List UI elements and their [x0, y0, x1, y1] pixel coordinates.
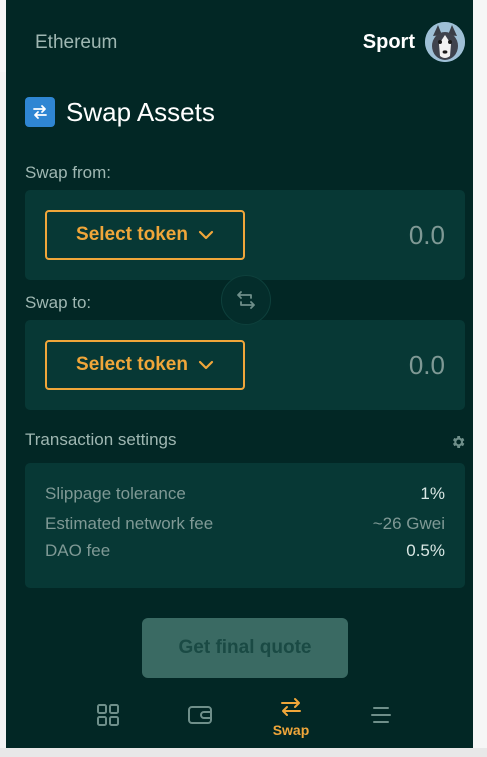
swap-from-panel: Select token 0.0 — [25, 190, 465, 280]
transaction-settings-panel: Slippage tolerance 1% Estimated network … — [25, 463, 465, 588]
swap-to-token-select[interactable]: Select token — [45, 340, 245, 390]
switch-direction-button[interactable] — [221, 275, 271, 325]
bottom-nav: Swap — [6, 690, 473, 748]
nav-item-wallet[interactable] — [170, 690, 230, 744]
chevron-down-icon — [198, 230, 214, 240]
network-selector[interactable]: Ethereum — [35, 32, 117, 54]
swap-to-amount[interactable]: 0.0 — [409, 350, 445, 381]
swap-from-token-label: Select token — [76, 224, 188, 245]
wallet-icon — [188, 706, 212, 724]
switch-direction-icon — [237, 291, 255, 309]
nav-item-dashboard[interactable] — [78, 690, 138, 744]
setting-key: Estimated network fee — [45, 514, 214, 533]
browser-backdrop-right — [473, 0, 487, 757]
grid-icon — [97, 704, 119, 726]
setting-row-slippage: Slippage tolerance 1% — [45, 483, 445, 505]
setting-key: DAO fee — [45, 541, 111, 560]
swap-from-label: Swap from: — [25, 163, 111, 182]
account-avatar[interactable] — [425, 22, 465, 62]
nav-item-swap[interactable]: Swap — [261, 690, 321, 744]
swap-from-amount[interactable]: 0.0 — [409, 220, 445, 251]
setting-row-dao-fee: DAO fee 0.5% — [45, 540, 445, 562]
swap-from-token-select[interactable]: Select token — [45, 210, 245, 260]
gear-icon[interactable] — [450, 434, 466, 450]
swap-to-label: Swap to: — [25, 293, 92, 312]
nav-item-menu[interactable] — [351, 690, 411, 744]
setting-key: Slippage tolerance — [45, 484, 186, 503]
page-title-row: Swap Assets — [25, 97, 215, 127]
setting-row-network-fee: Estimated network fee ~26 Gwei — [45, 513, 445, 535]
header: Ethereum Sport — [6, 0, 473, 86]
menu-icon — [371, 707, 391, 723]
setting-value: 1% — [420, 484, 445, 503]
chevron-down-icon — [198, 360, 214, 370]
browser-backdrop-bottom — [0, 748, 487, 757]
setting-value: 0.5% — [406, 541, 445, 560]
transaction-settings-label: Transaction settings — [25, 430, 177, 449]
swap-arrows-icon — [25, 97, 55, 127]
get-final-quote-button[interactable]: Get final quote — [142, 618, 348, 678]
swap-icon — [281, 698, 301, 716]
nav-label-swap: Swap — [272, 722, 310, 738]
swap-to-panel: Select token 0.0 — [25, 320, 465, 410]
swap-to-token-label: Select token — [76, 354, 188, 375]
setting-value: ~26 Gwei — [372, 514, 445, 533]
wallet-popup: Ethereum Sport Swap Assets Swap from: Se… — [6, 0, 473, 748]
account-name[interactable]: Sport — [363, 31, 415, 54]
page-title: Swap Assets — [66, 96, 215, 127]
